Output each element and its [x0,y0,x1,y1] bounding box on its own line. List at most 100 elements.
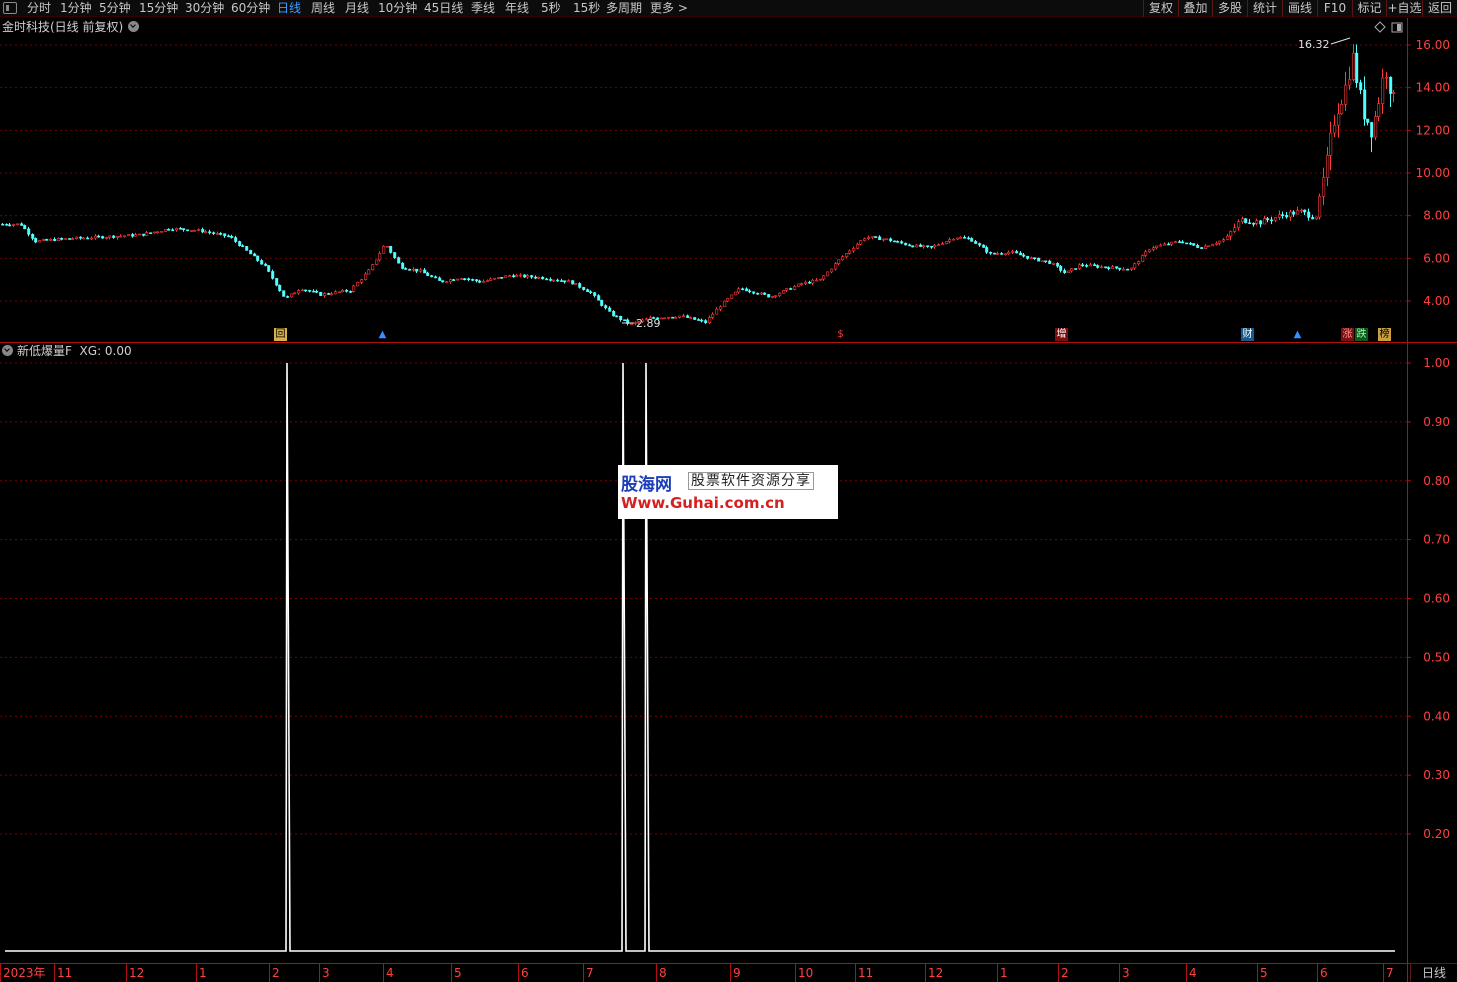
candle-body [771,296,775,298]
candle-body [297,290,301,294]
candle-body [1178,241,1182,243]
price-axis-label: 10.00 [1416,166,1450,180]
candle-body [1233,227,1237,232]
candle-body [8,224,12,227]
candle-body [867,237,871,239]
candle-body [415,268,419,272]
candle-body [315,291,319,293]
candle-body [90,237,94,240]
candle-body [848,250,852,254]
candle-body [267,265,271,272]
candle-body [604,305,608,309]
time-axis-label: 3 [322,966,330,980]
candle-body [219,233,223,235]
indicator-axis-label: 0.50 [1423,650,1450,664]
candle-body [460,278,464,280]
candle-body [911,245,915,248]
indicator-axis-label: 0.60 [1423,592,1450,606]
candle-body [1074,268,1078,270]
candle-body [356,282,360,287]
time-axis-label: 5 [454,966,462,980]
candle-body [1019,252,1023,256]
candle-body [171,229,175,232]
time-axis-label: 11 [858,966,873,980]
time-axis-label: 2023年 [3,966,46,980]
candle-body [623,319,627,322]
candle-body [1022,254,1026,257]
candle-body [871,236,875,238]
candle-body [682,315,686,318]
candle-body [123,235,127,238]
event-marker[interactable]: 涨 [1341,328,1354,341]
candle-body [423,269,427,274]
candle-body [1389,76,1393,94]
event-marker[interactable]: 榜 [1378,328,1391,341]
candle-body [156,231,160,234]
candle-body [508,275,512,277]
candle-body [748,290,752,293]
candle-body [541,276,545,280]
candle-body [223,233,227,237]
candle-body [937,244,941,246]
candle-body [1377,103,1381,117]
candle-body [989,251,993,254]
high-price-annotation: 16.32 [1298,38,1330,51]
candle-body [153,231,157,234]
candle-body [608,307,612,312]
candle-body [904,242,908,246]
candle-body [578,283,582,288]
candle-body [1007,251,1011,255]
event-marker[interactable]: 财 [1241,328,1254,341]
event-marker[interactable]: ▲ [376,328,389,341]
candle-body [1174,241,1178,243]
candle-body [1252,222,1256,225]
event-marker[interactable]: 回 [274,328,287,341]
candle-body [486,280,490,282]
candle-body [1337,113,1341,126]
candle-body [193,230,197,232]
event-marker[interactable]: 增 [1055,328,1068,341]
candle-body [108,235,112,238]
time-axis-label: 12 [129,966,144,980]
candle-body [160,230,164,233]
candle-body [467,278,471,281]
candle-body [1259,220,1263,225]
candle-body [1089,264,1093,267]
candle-body [386,246,390,248]
candle-body [671,316,675,319]
candle-body [734,291,738,296]
chevron-down-icon[interactable] [2,345,13,356]
event-marker[interactable]: ▲ [1291,328,1304,341]
candle-body [60,238,64,240]
event-marker[interactable]: 跌 [1355,328,1368,341]
candle-body [1355,52,1359,83]
candle-body [430,275,434,278]
candle-body [726,298,730,302]
candle-body [94,235,98,239]
candle-body [23,225,27,230]
candle-body [20,223,24,226]
candle-body [1303,209,1307,213]
candle-body [404,268,408,270]
time-axis-label: 12 [928,966,943,980]
candle-body [967,237,971,240]
candle-body [271,271,275,279]
candle-body [504,275,508,279]
candle-body [238,241,242,246]
candle-body [1118,267,1122,270]
period-label[interactable]: 日线 [1410,963,1457,982]
candle-body [523,274,527,278]
candle-body [1063,270,1067,273]
candle-body [456,278,460,281]
candle-body [1037,257,1041,262]
event-marker[interactable]: $ [834,328,847,341]
candle-body [71,238,75,241]
candle-body [323,293,327,296]
candle-body [941,243,945,245]
candle-body [412,268,416,271]
candle-body [493,277,497,280]
candle-body [1167,243,1171,246]
candle-body [330,293,334,296]
candle-body [1207,245,1211,248]
indicator-name: 新低爆量F [17,344,72,358]
